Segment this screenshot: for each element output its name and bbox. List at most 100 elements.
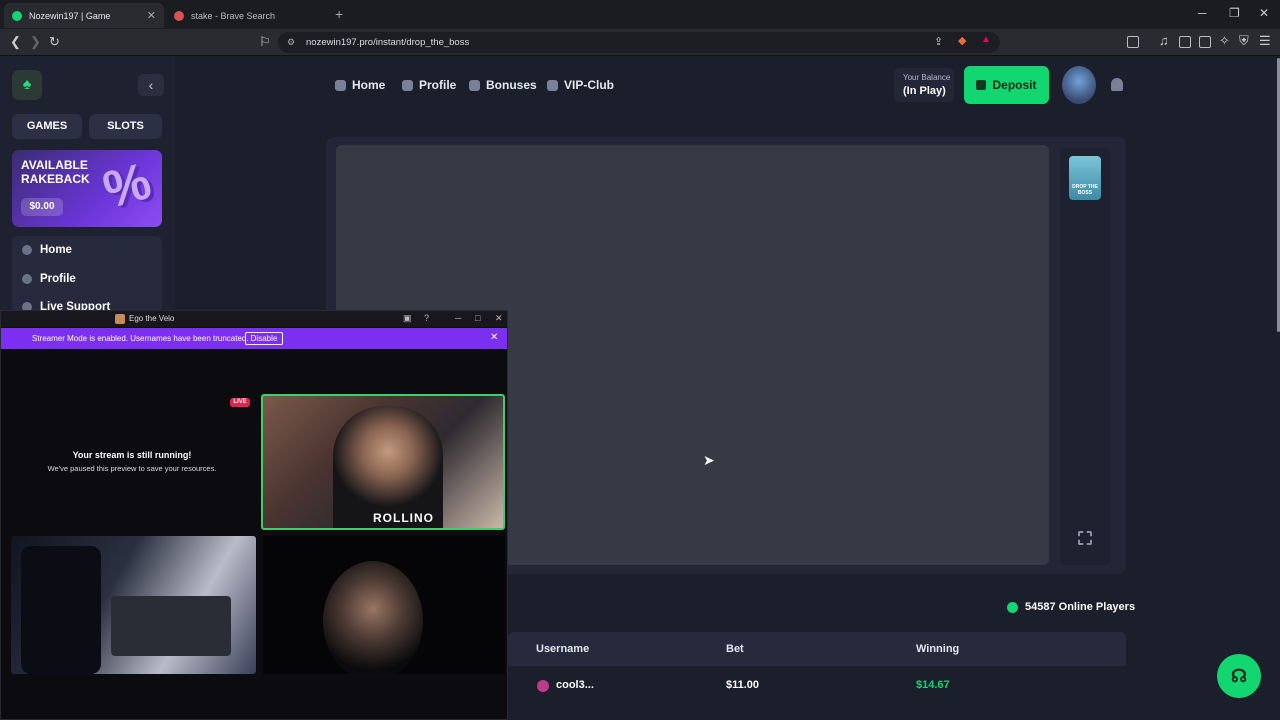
balance-label: Your Balance [903, 73, 951, 82]
user-avatar-icon [537, 680, 549, 692]
players-icon [1007, 601, 1018, 613]
deposit-label: Deposit [992, 78, 1037, 92]
fullscreen-icon[interactable] [1078, 531, 1092, 545]
profile-icon [22, 274, 32, 284]
tab-title: stake - Brave Search [191, 10, 276, 21]
nav-profile[interactable]: Profile [402, 78, 456, 92]
gift-icon [469, 79, 480, 91]
sidebar-item-home[interactable]: Home [22, 244, 72, 256]
popout-icon[interactable]: ▣ [403, 313, 412, 324]
mouse-cursor-icon: ➤ [703, 452, 715, 468]
nav-label: VIP-Club [564, 78, 614, 92]
star-icon [547, 79, 558, 91]
column-header: Bet [726, 643, 744, 655]
stream-overlay-window: Ego the Velo ▣ ? ─ □ ✕ Streamer Mode is … [0, 310, 508, 720]
webcam-feed-guest[interactable] [263, 536, 505, 674]
back-icon[interactable]: ❮ [10, 34, 21, 50]
nav-home[interactable]: Home [335, 78, 385, 92]
percent-icon: % [97, 152, 157, 220]
collapse-sidebar-button[interactable]: ‹ [138, 74, 164, 96]
minimize-icon[interactable]: ─ [455, 313, 461, 323]
overlay-titlebar: Ego the Velo ▣ ? ─ □ ✕ [1, 311, 507, 327]
game-side-panel [1060, 148, 1110, 565]
sidebar-item-profile[interactable]: Profile [22, 273, 76, 285]
site-info-icon[interactable]: ⚙ [287, 32, 295, 53]
games-button[interactable]: GAMES [12, 114, 82, 139]
tab-search[interactable]: stake - Brave Search [166, 3, 326, 28]
column-header: Username [536, 643, 590, 655]
url-text: nozewin197.pro/instant/drop_the_boss [306, 37, 470, 48]
bell-icon[interactable] [1111, 78, 1123, 91]
rakeback-card[interactable]: AVAILABLE RAKEBACK $0.00 % [12, 150, 162, 227]
wallet-icon [976, 80, 987, 90]
restore-icon[interactable]: ❐ [1229, 6, 1240, 20]
tab-game[interactable]: Nozewin197 | Game ✕ [4, 3, 164, 28]
balance-display: Your Balance (In Play) [894, 68, 954, 102]
new-tab-icon[interactable]: + [335, 6, 343, 22]
close-window-icon[interactable]: ✕ [1259, 6, 1269, 20]
app-icon [115, 314, 125, 324]
game-thumbnail[interactable]: DROP THE BOSS [1069, 156, 1101, 200]
brave-rewards-icon[interactable]: ▲ [981, 34, 991, 45]
home-icon [22, 245, 32, 255]
live-badge: LIVE [230, 398, 250, 407]
home-icon [335, 79, 346, 91]
media-icon[interactable]: ♫ [1159, 33, 1169, 48]
online-players-text: 54587 Online Players [1025, 601, 1136, 613]
chair-shape [21, 546, 101, 674]
brave-shields-icon[interactable]: ◆ [958, 34, 966, 47]
brave-favicon-icon [174, 10, 184, 21]
reader-icon[interactable] [1179, 36, 1191, 48]
maximize-icon[interactable]: □ [475, 313, 480, 323]
deposit-button[interactable]: Deposit [964, 66, 1049, 104]
vpn-icon[interactable]: ⛨ [1239, 33, 1249, 49]
paused-subtitle: We've paused this preview to save your r… [47, 464, 217, 473]
site-logo-icon[interactable]: ♠ [12, 70, 42, 100]
nav-vip-club[interactable]: VIP-Club [547, 78, 614, 92]
menu-icon[interactable]: ☰ [1259, 33, 1271, 49]
reload-icon[interactable]: ↻ [49, 34, 60, 50]
nav-bonuses[interactable]: Bonuses [469, 78, 537, 92]
profile-icon [402, 79, 413, 91]
nav-label: Home [352, 78, 386, 92]
close-icon[interactable]: ✕ [495, 313, 503, 324]
table-cell-winning: $14.67 [916, 679, 950, 691]
nav-label: Bonuses [486, 78, 537, 92]
share-icon[interactable]: ⇪ [934, 35, 943, 48]
close-tab-icon[interactable]: ✕ [147, 9, 156, 22]
overlay-title: Ego the Velo [129, 314, 175, 323]
tab-title: Nozewin197 | Game [29, 10, 111, 21]
sidebar-item-label: Home [40, 244, 72, 256]
wallet-icon[interactable] [1199, 36, 1211, 48]
help-icon[interactable]: ? [424, 313, 429, 323]
bets-table-header: Username Bet Winning [508, 632, 1126, 666]
address-bar[interactable]: ⚙ nozewin197.pro/instant/drop_the_boss [278, 32, 1000, 53]
balance-value: (In Play) [903, 85, 946, 97]
ai-icon[interactable]: ✧ [1219, 33, 1230, 49]
paused-title: Your stream is still running! [72, 450, 192, 460]
webcam-feed-room[interactable] [11, 536, 256, 674]
forward-icon[interactable]: ❯ [30, 34, 41, 50]
disable-button[interactable]: Disable [245, 332, 283, 345]
browser-toolbar: ❮ ❯ ↻ ⚐ ⚙ nozewin197.pro/instant/drop_th… [0, 29, 1280, 56]
avatar[interactable] [1062, 66, 1096, 104]
game-thumbnail-label: DROP THE BOSS [1072, 184, 1098, 196]
guest-figure [323, 561, 423, 674]
table-cell-username: cool3... [556, 679, 594, 691]
browser-tab-bar: Nozewin197 | Game ✕ stake - Brave Search… [0, 0, 1280, 29]
close-banner-icon[interactable]: ✕ [490, 332, 498, 343]
nav-label: Profile [419, 78, 457, 92]
minimize-icon[interactable]: ─ [1198, 6, 1207, 20]
shirt-text: ROLLINO [373, 511, 434, 525]
sidebar-toggle-icon[interactable] [1127, 36, 1139, 48]
rakeback-amount: $0.00 [21, 198, 63, 216]
bookmark-icon[interactable]: ⚐ [259, 34, 271, 50]
streamer-mode-banner: Streamer Mode is enabled. Usernames have… [1, 328, 507, 349]
site-favicon-icon [12, 10, 22, 21]
online-players: 54587 Online Players [1007, 601, 1135, 613]
support-chat-button[interactable]: ☊ [1217, 654, 1261, 698]
webcam-feed-main[interactable]: ROLLINO [261, 394, 505, 530]
sidebar-item-label: Profile [40, 273, 76, 285]
banner-message: Streamer Mode is enabled. Usernames have… [32, 334, 249, 343]
slots-button[interactable]: SLOTS [89, 114, 162, 139]
